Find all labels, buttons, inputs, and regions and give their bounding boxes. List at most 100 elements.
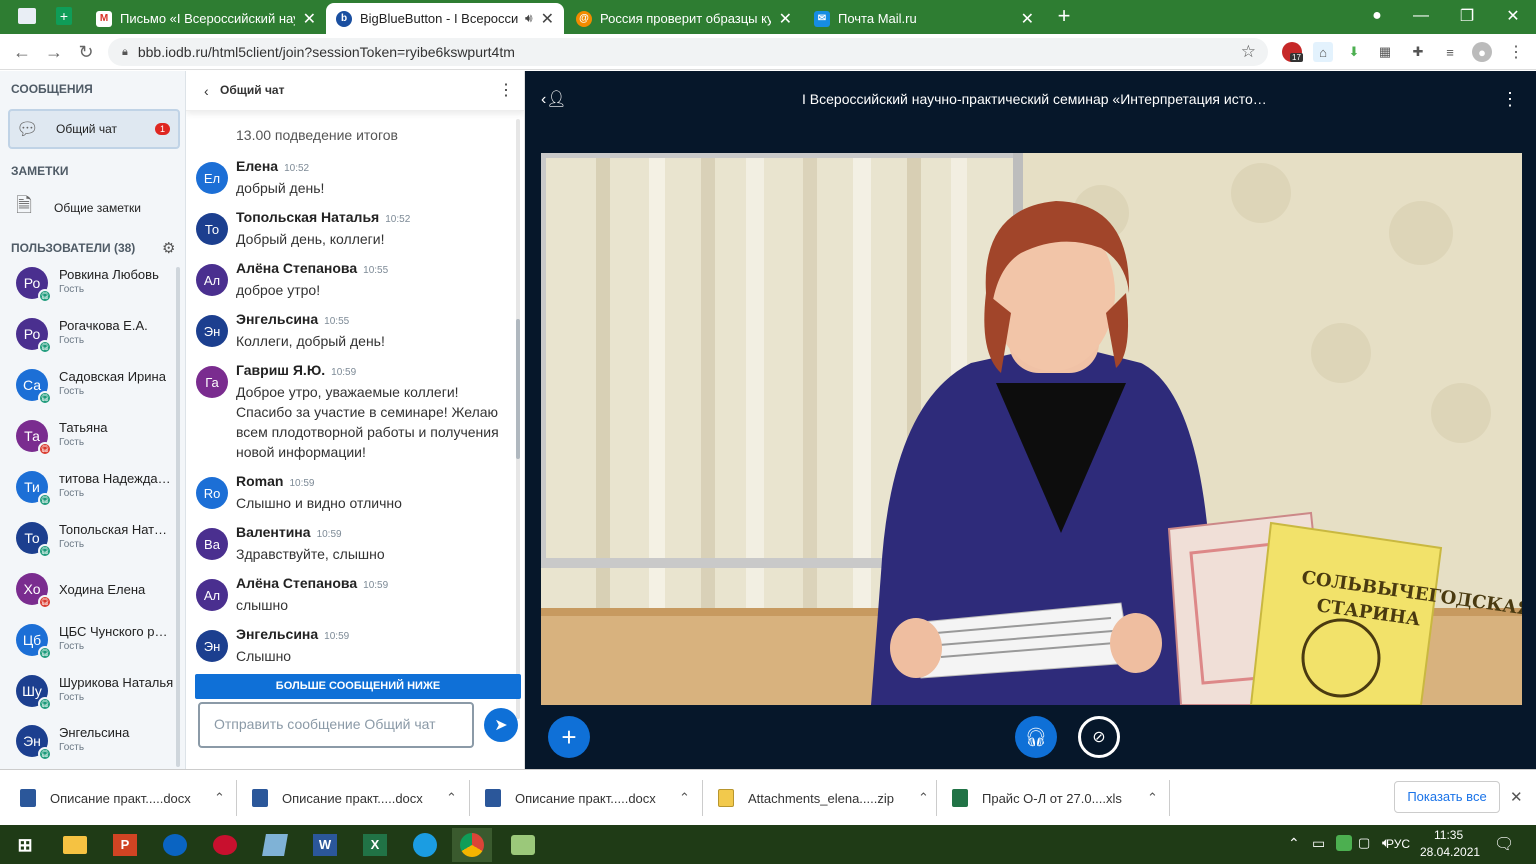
gear-icon[interactable]: ⚙ bbox=[162, 239, 175, 257]
show-all-button[interactable]: Показать все bbox=[1394, 781, 1500, 813]
chat-scrollbar[interactable] bbox=[516, 119, 520, 719]
bookmark-star-icon[interactable]: ☆ bbox=[1241, 42, 1256, 62]
word-icon[interactable]: W bbox=[310, 830, 340, 860]
tray-app-icon[interactable] bbox=[1336, 835, 1352, 851]
download-item[interactable]: Описание практ.....docx ⌃ bbox=[485, 770, 705, 826]
user-list-item[interactable]: Ти 🎧︎ титова Надежда Але Гость bbox=[16, 471, 176, 521]
user-list-item[interactable]: Эн 🎧︎ Энгельсина Гость bbox=[16, 725, 176, 775]
close-icon[interactable]: ✕ bbox=[541, 9, 554, 29]
more-messages-button[interactable]: БОЛЬШЕ СООБЩЕНИЙ НИЖЕ bbox=[195, 674, 521, 699]
chevron-up-icon[interactable]: ⌃ bbox=[1147, 790, 1158, 806]
notepad-icon[interactable] bbox=[260, 830, 290, 860]
actions-button[interactable]: + bbox=[548, 716, 590, 758]
audio-button[interactable]: 🎧︎ bbox=[1015, 716, 1057, 758]
back-button[interactable]: ← bbox=[10, 40, 34, 64]
browser-app-icon[interactable] bbox=[18, 8, 36, 24]
abp-extension-icon[interactable]: 17 bbox=[1282, 42, 1303, 62]
chat-input[interactable]: Отправить сообщение Общий чат bbox=[214, 716, 436, 732]
user-list-item[interactable]: Ро 🎧︎ Рогачкова Е.А. Гость bbox=[16, 318, 176, 368]
chrome-icon[interactable] bbox=[452, 828, 492, 862]
tray-app-icon[interactable]: ▢ bbox=[1358, 835, 1370, 851]
tab-news[interactable]: @ Россия проверит образцы купл ✕ bbox=[566, 3, 802, 34]
user-list-scrollbar[interactable] bbox=[176, 267, 180, 767]
url-input[interactable]: 🔒︎ bbb.iodb.ru/html5client/join?sessionT… bbox=[108, 38, 1268, 66]
app-icon[interactable] bbox=[508, 830, 538, 860]
excel-icon[interactable]: X bbox=[360, 830, 390, 860]
maximize-button[interactable]: ❐ bbox=[1444, 0, 1490, 32]
options-menu-icon[interactable]: ⋮ bbox=[1501, 89, 1519, 110]
extensions-puzzle-icon[interactable]: ✚ bbox=[1408, 42, 1428, 62]
browser-tab-strip: + M Письмо «I Всероссийский науч ✕ b Big… bbox=[0, 0, 1536, 34]
sheets-app-icon[interactable]: + bbox=[56, 7, 72, 25]
tab-bigbluebutton[interactable]: b BigBlueButton - I Всероссий 🔊︎ ✕ bbox=[326, 3, 564, 34]
chevron-up-icon[interactable]: ⌃ bbox=[918, 790, 929, 806]
author-name: Алёна Степанова bbox=[236, 260, 358, 276]
tab-gmail[interactable]: M Письмо «I Всероссийский науч ✕ bbox=[86, 3, 326, 34]
speaker-icon[interactable]: 🔊︎ bbox=[525, 11, 533, 26]
reload-button[interactable]: ↻ bbox=[74, 40, 98, 64]
bigbluebutton-icon: b bbox=[336, 10, 352, 27]
chevron-up-icon[interactable]: ⌃ bbox=[214, 790, 225, 806]
file-explorer-icon[interactable] bbox=[60, 830, 90, 860]
reading-list-icon[interactable]: ≡ bbox=[1440, 42, 1460, 62]
media-player-icon[interactable] bbox=[210, 830, 240, 860]
download-name: Прайс О-Л от 27.0....xls bbox=[982, 790, 1122, 806]
user-list-item[interactable]: Хо 🎧︎ Ходина Елена bbox=[16, 573, 176, 623]
download-item[interactable]: Описание практ.....docx ⌃ bbox=[20, 770, 240, 826]
download-name: Описание практ.....docx bbox=[50, 790, 191, 806]
download-extension-icon[interactable]: ⬇ bbox=[1344, 42, 1364, 62]
notifications-icon[interactable]: 🗨︎ bbox=[1494, 834, 1514, 854]
word-file-icon bbox=[20, 789, 36, 807]
message-time: 10:59 bbox=[331, 367, 357, 378]
chevron-up-icon[interactable]: ⌃ bbox=[679, 790, 690, 806]
author-name: Топольская Наталья bbox=[236, 209, 380, 225]
camera-button[interactable]: ⊘ bbox=[1078, 716, 1120, 758]
avatar: Ал bbox=[196, 264, 228, 296]
close-window-button[interactable]: ✕ bbox=[1490, 0, 1536, 32]
audio-status-icon: 🎧︎ bbox=[38, 391, 52, 405]
clock-time[interactable]: 11:35 bbox=[1434, 828, 1463, 842]
download-item[interactable]: Прайс О-Л от 27.0....xls ⌃ bbox=[952, 770, 1167, 826]
user-list-item[interactable]: То 🎧︎ Топольская Наталья Гость bbox=[16, 522, 176, 572]
user-list-item[interactable]: Та 🎧︎ Татьяна Гость bbox=[16, 420, 176, 470]
edge-icon[interactable] bbox=[410, 830, 440, 860]
user-list-item[interactable]: Шу 🎧︎ Шурикова Наталья Гость bbox=[16, 675, 176, 725]
powerpoint-icon[interactable]: P bbox=[110, 830, 140, 860]
outlook-icon[interactable] bbox=[160, 830, 190, 860]
tab-title: Россия проверит образцы купл bbox=[600, 11, 771, 26]
close-icon[interactable]: ✕ bbox=[1510, 788, 1523, 806]
public-chat-item[interactable]: 💬︎ Общий чат 1 bbox=[8, 109, 180, 149]
close-icon[interactable]: ✕ bbox=[303, 9, 316, 29]
tab-mail[interactable]: ✉ Почта Mail.ru ✕ bbox=[804, 3, 1044, 34]
shared-notes-item[interactable]: 🗎︎ Общие заметки bbox=[8, 188, 180, 228]
user-list-item[interactable]: Са 🎧︎ Садовская Ирина Гость bbox=[16, 369, 176, 419]
news-extension-icon[interactable]: ⌂ bbox=[1313, 42, 1333, 62]
network-icon[interactable]: ▭ bbox=[1312, 835, 1325, 852]
download-item[interactable]: Attachments_elena.....zip ⌃ bbox=[718, 770, 943, 826]
browser-menu-icon[interactable]: ⋮ bbox=[1506, 42, 1526, 62]
chevron-left-icon[interactable]: ‹ bbox=[204, 83, 209, 99]
user-list-toggle-icon[interactable]: ‹👤︎ bbox=[541, 89, 567, 109]
profile-dropdown-icon[interactable]: ● bbox=[1354, 0, 1400, 32]
clock-date[interactable]: 28.04.2021 bbox=[1420, 845, 1480, 859]
profile-avatar-icon[interactable]: ● bbox=[1472, 42, 1492, 62]
user-name: Садовская Ирина bbox=[59, 369, 166, 384]
user-list-item[interactable]: Ро 🎧︎ Ровкина Любовь Гость bbox=[16, 267, 176, 317]
new-tab-button[interactable]: + bbox=[1052, 4, 1076, 28]
webcam-video[interactable]: СОЛЬВЫЧЕГОДСКАЯ СТАРИНА bbox=[541, 153, 1522, 705]
chat-options-icon[interactable]: ⋮ bbox=[498, 80, 514, 100]
minimize-button[interactable]: — bbox=[1398, 0, 1444, 32]
forward-button[interactable]: → bbox=[42, 40, 66, 64]
close-icon[interactable]: ✕ bbox=[1021, 9, 1034, 29]
tray-chevron-icon[interactable]: ⌃ bbox=[1288, 835, 1300, 852]
windows-start-icon[interactable]: ⊞ bbox=[10, 830, 40, 860]
language-indicator-visible[interactable]: РУС bbox=[1386, 837, 1410, 851]
screenshot-extension-icon[interactable]: ▦ bbox=[1375, 42, 1395, 62]
message-time: 10:59 bbox=[363, 580, 389, 591]
send-button[interactable]: ➤ bbox=[484, 708, 518, 742]
download-item[interactable]: Описание практ.....docx ⌃ bbox=[252, 770, 472, 826]
chat-scrollbar-thumb[interactable] bbox=[516, 319, 520, 459]
chevron-up-icon[interactable]: ⌃ bbox=[446, 790, 457, 806]
close-icon[interactable]: ✕ bbox=[779, 9, 792, 29]
user-list-item[interactable]: Цб🎧︎ЦБС Чунского районаГость bbox=[16, 624, 176, 674]
